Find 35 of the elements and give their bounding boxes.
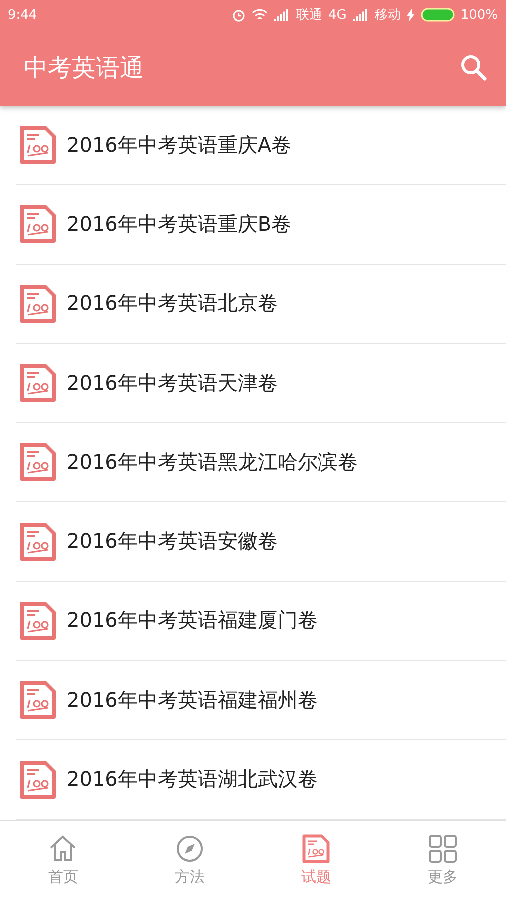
exam-paper-icon: [19, 600, 57, 641]
search-icon[interactable]: [460, 54, 488, 82]
exam-paper-icon: [19, 363, 57, 404]
app-title: 中考英语通: [24, 53, 144, 84]
carrier-name: 移动: [374, 7, 401, 24]
battery-icon: [420, 8, 455, 22]
exam-paper-icon: [19, 522, 57, 562]
exam-title[interactable]: 2016年中考英语安徽卷: [67, 528, 278, 556]
exam-paper-icon: [302, 834, 330, 864]
compass-icon: [174, 834, 205, 864]
network-type: 4G: [328, 8, 347, 22]
exam-paper-icon: [19, 125, 57, 166]
status-time: 9:44: [8, 8, 38, 22]
exam-title[interactable]: 2016年中考英语天津卷: [67, 370, 278, 397]
exam-title[interactable]: 2016年中考英语北京卷: [67, 290, 278, 318]
exam-paper-icon: [19, 442, 57, 482]
exam-paper-icon: [19, 680, 57, 720]
exam-title[interactable]: 2016年中考英语黑龙江哈尔滨卷: [67, 448, 358, 476]
charging-bolt-icon: [406, 8, 415, 22]
grid-icon: [428, 834, 458, 864]
wifi-icon: [252, 8, 268, 22]
alarm-icon: [232, 8, 246, 22]
battery-percent: 100%: [460, 8, 498, 22]
signal-icon: [274, 9, 290, 21]
exam-title[interactable]: 2016年中考英语湖北武汉卷: [67, 766, 318, 794]
signal-icon: [352, 9, 369, 21]
exam-title[interactable]: 2016年中考英语福建厦门卷: [67, 607, 318, 634]
home-icon: [48, 834, 78, 864]
exam-title[interactable]: 2016年中考英语福建福州卷: [67, 686, 318, 714]
carrier-name: 联通: [296, 7, 322, 24]
exam-paper-icon: [19, 284, 57, 324]
exam-paper-icon: [19, 760, 57, 800]
exam-paper-icon: [19, 204, 57, 244]
exam-title[interactable]: 2016年中考英语重庆B卷: [67, 210, 292, 238]
exam-title[interactable]: 2016年中考英语重庆A卷: [67, 132, 292, 159]
